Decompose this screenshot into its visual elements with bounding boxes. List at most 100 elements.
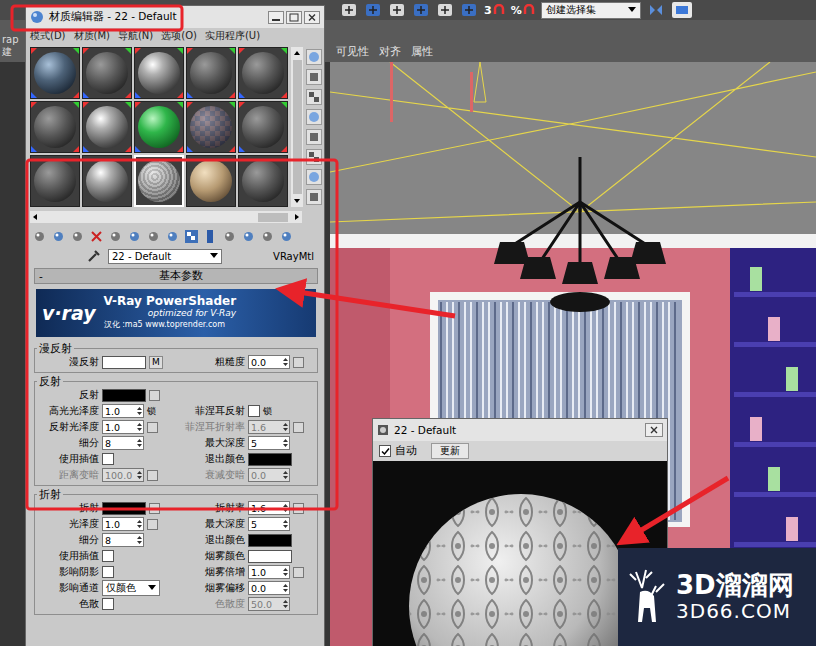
spinner-arrows-icon[interactable] (136, 518, 143, 530)
material-name-field[interactable]: 22 - Default (108, 249, 222, 264)
sample-slot[interactable] (82, 155, 132, 207)
spinner-arrows-icon[interactable] (136, 437, 143, 449)
spinner[interactable]: 0.0 (248, 581, 290, 595)
param-field[interactable]: 菲涅耳反射 锁 (183, 404, 315, 418)
spinner[interactable]: 5 (248, 517, 290, 531)
map-slot[interactable] (293, 503, 304, 514)
color-swatch[interactable] (102, 502, 146, 515)
tool-icon[interactable] (412, 2, 430, 18)
param-field[interactable]: 退出颜色 (183, 452, 315, 466)
sample-slot[interactable] (30, 155, 80, 207)
param-field[interactable]: 最大深度 5 (183, 436, 315, 450)
title-bar[interactable]: 材质编辑器 - 22 - Default (26, 6, 324, 28)
checkbox[interactable] (248, 405, 260, 417)
param-field[interactable]: 退出颜色 (183, 533, 315, 547)
spinner[interactable]: 50.0 (248, 597, 290, 611)
eyedropper-icon[interactable] (86, 248, 102, 264)
color-swatch[interactable] (102, 389, 146, 402)
checkbox[interactable] (379, 445, 391, 457)
param-field[interactable]: 烟雾偏移 0.0 (183, 581, 315, 595)
sample-slot[interactable] (134, 155, 184, 207)
map-slot[interactable] (293, 422, 304, 433)
spinner-arrows-icon[interactable] (282, 518, 289, 530)
map-button[interactable]: M (149, 356, 163, 369)
material-tool-icon[interactable] (51, 229, 66, 244)
tool-icon[interactable] (364, 2, 382, 18)
spinner-arrows-icon[interactable] (282, 421, 289, 433)
map-slot[interactable] (293, 567, 304, 578)
sample-slot[interactable] (82, 47, 132, 99)
render-icon[interactable] (671, 1, 693, 19)
spinner[interactable]: 100.0 (102, 468, 144, 482)
material-tool-icon[interactable] (89, 229, 104, 244)
slot-tool-icon[interactable] (306, 149, 322, 165)
param-field[interactable]: 烟雾倍增 1.0 (183, 565, 315, 579)
maximize-icon[interactable] (286, 11, 302, 24)
sample-slot[interactable] (134, 47, 184, 99)
spinner-arrows-icon[interactable] (136, 405, 143, 417)
tool-icon[interactable] (340, 2, 358, 18)
scroll-down-icon[interactable] (292, 196, 302, 206)
close-icon[interactable] (304, 11, 320, 24)
param-field[interactable]: 折射率 1.6 (183, 501, 315, 515)
sample-slot[interactable] (82, 101, 132, 153)
horizontal-scrollbar[interactable] (30, 211, 302, 223)
spinner-arrows-icon[interactable] (282, 502, 289, 514)
material-tool-icon[interactable] (279, 229, 294, 244)
param-field[interactable]: 距离变暗 100.0 (37, 468, 183, 482)
material-tool-icon[interactable] (108, 229, 123, 244)
material-editor-window[interactable]: 材质编辑器 - 22 - Default 模式(D)材质(M)导航(N)选项(O… (25, 5, 325, 646)
material-tool-icon[interactable] (165, 229, 180, 244)
slot-tool-icon[interactable] (306, 189, 322, 205)
spinner[interactable]: 8 (102, 436, 144, 450)
param-field[interactable]: 光泽度 1.0 (37, 517, 183, 531)
tool-icon[interactable] (388, 2, 406, 18)
param-field[interactable]: 色散度 50.0 (183, 597, 315, 611)
snap-toggle[interactable]: 3 (484, 4, 505, 17)
mirror-icon[interactable] (647, 2, 665, 18)
material-tool-icon[interactable] (184, 229, 199, 244)
rollout-header[interactable]: - 基本参数 (34, 268, 318, 284)
sample-slot[interactable] (186, 155, 236, 207)
dropdown[interactable]: 仅颜色 (102, 580, 160, 596)
param-field[interactable]: 影响阴影 (37, 565, 183, 579)
param-field[interactable]: 使用插值 (37, 549, 183, 563)
spinner[interactable]: 1.6 (248, 420, 290, 434)
material-tool-icon[interactable] (70, 229, 85, 244)
vertical-scrollbar[interactable] (291, 47, 303, 207)
title-bar[interactable]: 22 - Default (373, 419, 667, 441)
sample-slot[interactable] (30, 47, 80, 99)
material-tool-icon[interactable] (222, 229, 237, 244)
spinner-arrows-icon[interactable] (136, 421, 143, 433)
slot-tool-icon[interactable] (306, 109, 322, 125)
material-tool-icon[interactable] (32, 229, 47, 244)
param-field[interactable]: 细分 8 (37, 436, 183, 450)
checkbox[interactable] (102, 598, 114, 610)
material-type-button[interactable]: VRayMtl (269, 250, 318, 263)
scroll-up-icon[interactable] (292, 48, 302, 58)
snap-toggle[interactable]: % (511, 4, 535, 17)
sample-slot[interactable] (238, 47, 288, 99)
menu-item[interactable]: 导航(N) (118, 29, 153, 43)
spinner-arrows-icon[interactable] (282, 356, 289, 368)
menu-item[interactable]: 选项(O) (161, 29, 197, 43)
sample-slot[interactable] (186, 47, 236, 99)
color-swatch[interactable] (248, 534, 292, 547)
lock-button[interactable]: 锁 (147, 406, 156, 417)
scroll-thumb[interactable] (258, 213, 288, 222)
update-button[interactable]: 更新 (431, 443, 469, 459)
param-field[interactable]: 细分 8 (37, 533, 183, 547)
slot-tool-icon[interactable] (306, 129, 322, 145)
sample-slot[interactable] (134, 101, 184, 153)
material-tool-icon[interactable] (127, 229, 142, 244)
spinner-arrows-icon[interactable] (136, 534, 143, 546)
sample-slot[interactable] (238, 101, 288, 153)
map-slot[interactable] (147, 519, 158, 530)
spinner[interactable]: 1.0 (102, 404, 144, 418)
tool-icon[interactable] (460, 2, 478, 18)
spinner-arrows-icon[interactable] (282, 598, 289, 610)
close-icon[interactable] (645, 423, 663, 437)
color-swatch[interactable] (102, 356, 146, 369)
param-field[interactable]: 使用插值 (37, 452, 183, 466)
tool-icon[interactable] (436, 2, 454, 18)
